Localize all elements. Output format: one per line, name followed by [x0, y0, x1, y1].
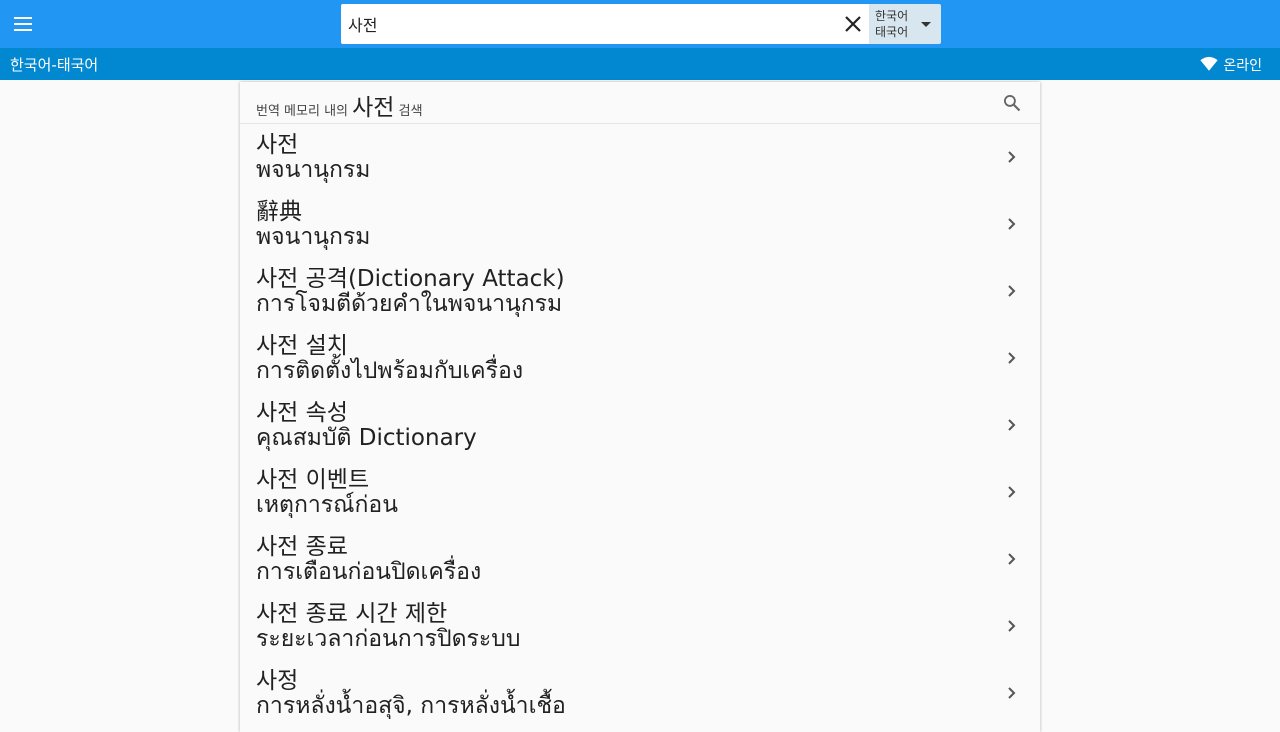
entry-source: 사전: [256, 132, 299, 158]
dictionary-entry[interactable]: 사전 공격(Dictionary Attack) การโจมตีด้วยคำใน…: [240, 258, 1040, 325]
dropdown-arrow-icon: [921, 22, 931, 27]
entry-source: 사정: [256, 668, 299, 694]
chevron-right-icon: [1008, 218, 1016, 230]
search-icon[interactable]: [1002, 93, 1022, 113]
entry-source: 사전 이벤트: [256, 467, 370, 493]
entry-source: 辭典: [256, 199, 302, 225]
dictionary-entry[interactable]: 사전 พจนานุกรม: [240, 124, 1040, 191]
chevron-right-icon: [1008, 419, 1016, 431]
entry-translation: พจนานุกรม: [256, 157, 371, 183]
close-icon[interactable]: [841, 12, 865, 36]
language-pair-title: 한국어-태국어: [10, 56, 99, 74]
search-input[interactable]: [341, 4, 821, 44]
target-language: 태국어: [875, 25, 909, 39]
entry-translation: พจนานุกรม: [256, 224, 371, 250]
dictionary-entry[interactable]: 사전 종료 การเตือนก่อนปิดเครื่อง: [240, 526, 1040, 593]
entry-translation: ระยะเวลาก่อนการปิดระบบ: [256, 626, 521, 652]
chevron-right-icon: [1008, 285, 1016, 297]
dictionary-entry[interactable]: 사전 속성 คุณสมบัติ Dictionary: [240, 392, 1040, 459]
chevron-right-icon: [1008, 620, 1016, 632]
dictionary-entry[interactable]: 辭典 พจนานุกรม: [240, 191, 1040, 258]
results-panel: 번역 메모리 내의 사전 검색 사전 พจนานุกรม 辭典 พจนานุกรม 사전…: [240, 82, 1040, 732]
language-selector[interactable]: 한국어 태국어: [869, 4, 941, 44]
chevron-right-icon: [1008, 486, 1016, 498]
dictionary-entry[interactable]: 사전 설치 การติดตั้งไปพร้อมกับเครื่อง: [240, 325, 1040, 392]
entry-translation: การโจมตีด้วยคำในพจนานุกรม: [256, 291, 563, 317]
entry-translation: การติดตั้งไปพร้อมกับเครื่อง: [256, 358, 524, 384]
entry-source: 사전 종료 시간 제한: [256, 601, 448, 627]
entry-translation: การเตือนก่อนปิดเครื่อง: [256, 559, 482, 585]
chevron-right-icon: [1008, 687, 1016, 699]
search-box: [341, 4, 869, 44]
header-suffix: 검색: [398, 104, 423, 119]
header-query: 사전: [352, 95, 395, 121]
online-status: 온라인: [1223, 58, 1262, 74]
entry-source: 사전 설치: [256, 333, 348, 359]
memory-search-header[interactable]: 번역 메모리 내의 사전 검색: [240, 82, 1040, 124]
source-language: 한국어: [875, 9, 909, 23]
chevron-right-icon: [1008, 352, 1016, 364]
entry-source: 사전 공격(Dictionary Attack): [256, 266, 565, 292]
wifi-icon: [1200, 56, 1218, 71]
entry-translation: คุณสมบัติ Dictionary: [256, 425, 477, 451]
chevron-right-icon: [1008, 553, 1016, 565]
memory-search-text: 번역 메모리 내의 사전 검색: [256, 88, 423, 122]
top-app-bar: 한국어 태국어: [0, 0, 1280, 48]
dictionary-entry[interactable]: 사전 이벤트 เหตุการณ์ก่อน: [240, 459, 1040, 526]
dictionary-entry[interactable]: 사전 종료 시간 제한 ระยะเวลาก่อนการปิดระบบ: [240, 593, 1040, 660]
entry-source: 사전 종료: [256, 534, 348, 560]
language-pair-bar: 한국어-태국어 온라인: [0, 48, 1280, 80]
dictionary-entry[interactable]: 사정 การหลั่งน้ำอสุจิ, การหลั่งน้ำเชื้อ: [240, 660, 1040, 727]
chevron-right-icon: [1008, 151, 1016, 163]
entry-translation: การหลั่งน้ำอสุจิ, การหลั่งน้ำเชื้อ: [256, 693, 566, 719]
menu-icon[interactable]: [12, 14, 34, 34]
header-prefix: 번역 메모리 내의: [256, 104, 348, 119]
entry-translation: เหตุการณ์ก่อน: [256, 492, 398, 518]
entry-source: 사전 속성: [256, 400, 348, 426]
entry-list: 사전 พจนานุกรม 辭典 พจนานุกรม 사전 공격(Dictionary A…: [240, 124, 1040, 727]
